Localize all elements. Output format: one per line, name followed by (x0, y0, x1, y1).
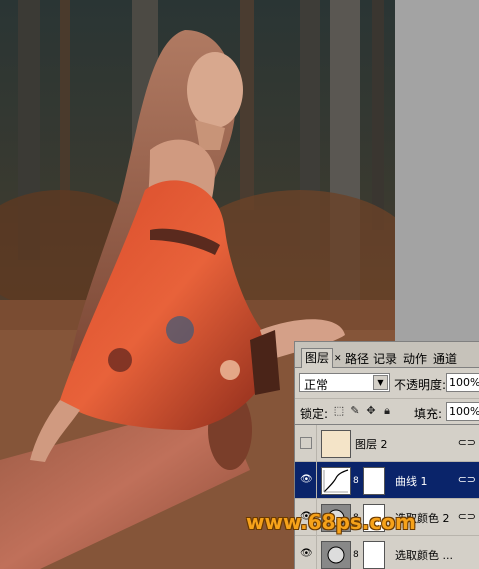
layers-list: 图层 2 ⊂⊃ 👁︎ 8 曲线 1 ⊂⊃ 👁︎ 8 选取颜色 2 ⊂⊃ 👁︎ 8… (295, 424, 479, 569)
chevron-down-icon[interactable]: ▼ (373, 375, 388, 390)
link-icon: ⊂⊃ (457, 473, 476, 486)
link-icon: ⊂⊃ (457, 436, 476, 449)
lock-move-icon[interactable]: ✥ (365, 405, 377, 417)
layer-name: 曲线 1 (395, 475, 428, 488)
layer-mask-thumbnail (363, 467, 385, 495)
close-icon[interactable]: ✕ (334, 354, 342, 364)
eye-icon[interactable]: 👁︎ (300, 549, 313, 559)
layer-mask-thumbnail (363, 541, 385, 569)
tab-actions[interactable]: 动作 (403, 350, 427, 368)
curves-icon (321, 467, 351, 495)
fill-input[interactable]: 100% (446, 402, 479, 421)
lock-brush-icon[interactable]: ✎ (349, 405, 361, 417)
selective-color-icon (321, 541, 351, 569)
visibility-cell[interactable]: 👁︎ (295, 462, 317, 499)
lock-all-icon[interactable]: 🔒︎ (381, 405, 393, 417)
layer-row[interactable]: 👁︎ 8 选取颜色 ... (295, 536, 479, 569)
layer-name: 图层 2 (355, 438, 388, 451)
chain-icon: 8 (353, 476, 359, 486)
layers-panel: 图层 ✕ 路径 记录 动作 通道 正常 ▼ 不透明度: 100% 锁定: ⬚ ✎… (294, 341, 479, 569)
visibility-cell[interactable]: 👁︎ (295, 536, 317, 569)
layer-thumbnail (321, 430, 351, 458)
layer-row-selected[interactable]: 👁︎ 8 曲线 1 ⊂⊃ (295, 462, 479, 499)
tab-label: 图层 (305, 351, 330, 365)
blend-mode-select[interactable]: 正常 ▼ (299, 373, 390, 392)
opacity-label: 不透明度: (394, 378, 447, 392)
chain-icon: 8 (353, 550, 359, 560)
eye-icon[interactable]: 👁︎ (300, 475, 313, 485)
panel-tabs: 图层 ✕ 路径 记录 动作 通道 (295, 342, 479, 368)
layer-row[interactable]: 图层 2 ⊂⊃ (295, 425, 479, 462)
lock-fill-row: 锁定: ⬚ ✎ ✥ 🔒︎ 填充: 100% (295, 398, 479, 422)
tab-history[interactable]: 记录 (373, 350, 397, 368)
visibility-cell[interactable] (295, 425, 317, 462)
tab-channels[interactable]: 通道 (433, 350, 457, 368)
tab-layers[interactable]: 图层 (301, 348, 334, 368)
tab-paths[interactable]: 路径 (345, 350, 369, 368)
visibility-toggle[interactable] (300, 437, 312, 449)
layer-name: 选取颜色 ... (395, 549, 453, 562)
watermark-text: www.68ps.com (246, 510, 416, 534)
blend-opacity-row: 正常 ▼ 不透明度: 100% (295, 369, 479, 395)
fill-label: 填充: (414, 407, 443, 421)
lock-transparency-icon[interactable]: ⬚ (333, 405, 345, 417)
opacity-input[interactable]: 100% (446, 373, 479, 392)
blend-mode-value: 正常 (304, 378, 329, 392)
lock-label: 锁定: (300, 407, 329, 421)
link-icon: ⊂⊃ (457, 510, 476, 523)
